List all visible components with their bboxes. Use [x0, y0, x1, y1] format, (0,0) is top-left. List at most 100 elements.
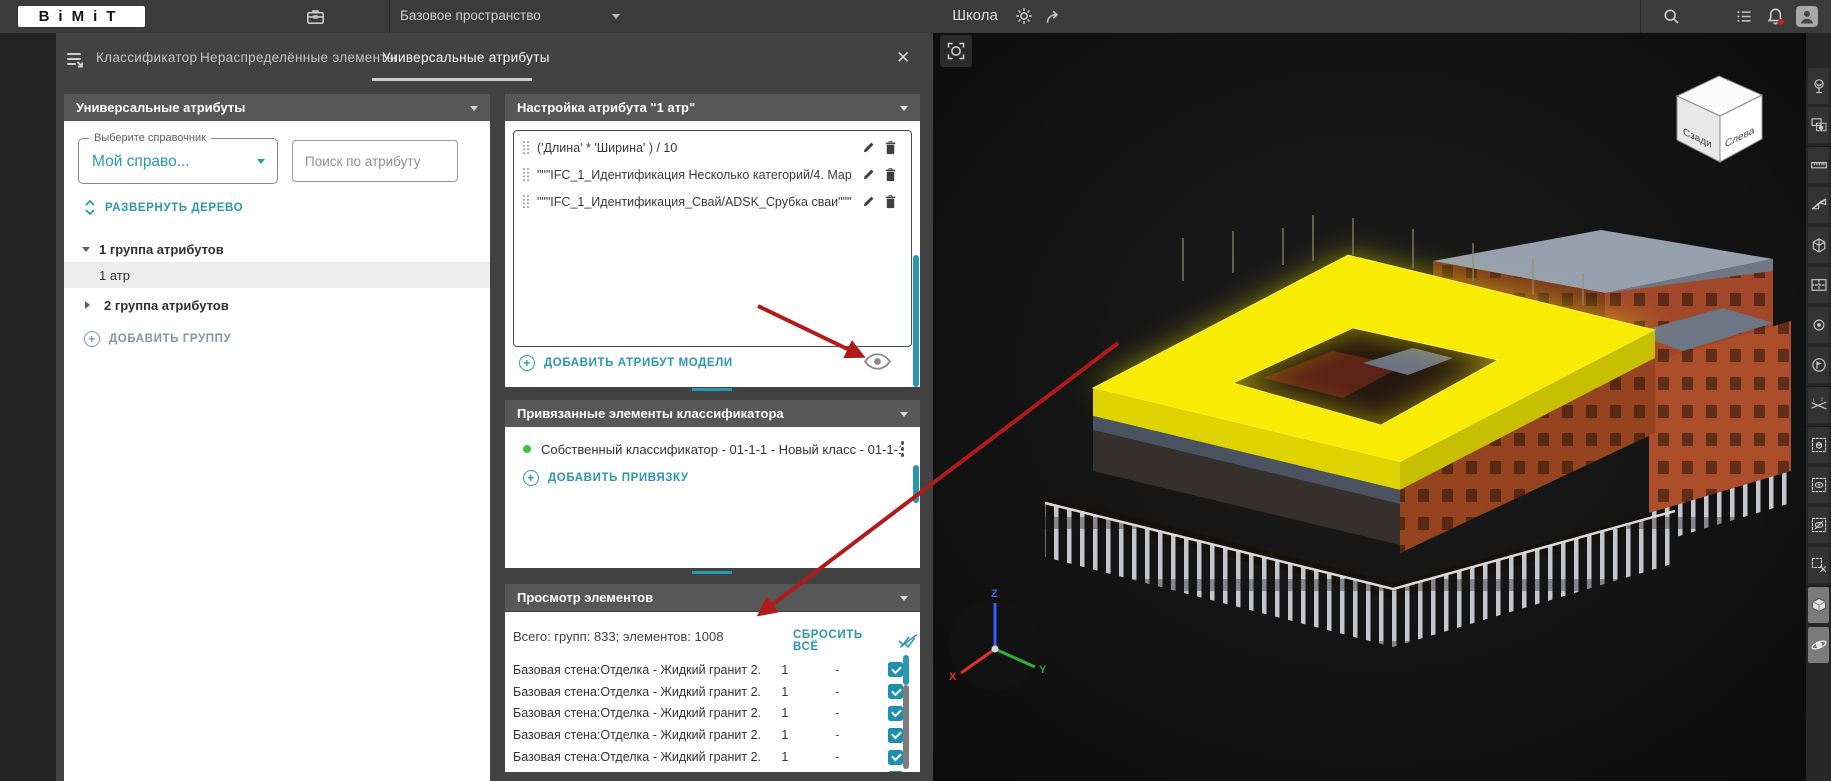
chevron-down-icon — [470, 106, 478, 115]
share-icon[interactable] — [1043, 6, 1064, 32]
chevron-right-icon — [85, 301, 94, 309]
row-checkbox[interactable] — [888, 728, 903, 743]
notifications-bell-icon[interactable] — [1764, 5, 1787, 33]
cube-section-icon[interactable] — [1808, 227, 1829, 263]
table-row[interactable]: Базовая стена:Отделка - Жидкий гранит 2.… — [505, 768, 903, 772]
flag-circle-icon[interactable] — [1808, 347, 1829, 383]
delete-trash-icon[interactable] — [879, 137, 901, 159]
add-group-button[interactable]: + ДОБАВИТЬ ГРУППУ — [84, 331, 231, 347]
top-bar: BiMiT Базовое пространство Школа — [0, 0, 1831, 33]
status-dot-icon — [523, 445, 531, 453]
orbit-icon[interactable] — [1808, 627, 1829, 663]
row-checkbox[interactable] — [888, 662, 903, 677]
svg-text:Y: Y — [1039, 664, 1047, 676]
drag-handle-icon[interactable] — [522, 167, 530, 182]
workspace-selector[interactable]: Базовое пространство — [400, 8, 541, 23]
search-icon[interactable] — [1661, 6, 1682, 32]
app-logo: BiMiT — [18, 6, 145, 27]
table-row[interactable]: Базовая стена:Отделка - Жидкий гранит 2.… — [505, 746, 903, 768]
close-panel-icon[interactable]: ✕ — [896, 48, 910, 68]
row-checkbox[interactable] — [888, 684, 903, 699]
tree-group-2[interactable]: 2 группа атрибутов — [64, 292, 490, 318]
drag-handle-icon[interactable] — [522, 194, 530, 209]
edit-pencil-icon[interactable] — [857, 164, 879, 186]
formula-row[interactable]: ('Длина' * 'Ширина' ) / 10 — [514, 134, 911, 161]
delete-trash-icon[interactable] — [879, 191, 901, 213]
fit-view-button[interactable] — [940, 35, 972, 67]
panel-collapse-icon[interactable] — [64, 48, 88, 77]
left-icon-sidebar — [0, 33, 56, 781]
tree-group-1[interactable]: 1 группа атрибутов — [64, 236, 490, 262]
view-cube-icon[interactable] — [1808, 587, 1829, 623]
svg-text:1: 1 — [1812, 397, 1815, 402]
elements-table: Базовая стена:Отделка - Жидкий гранит 2.… — [505, 659, 903, 772]
tab-universal-attributes[interactable]: Универсальные атрибуты — [382, 50, 550, 65]
list-menu-icon[interactable] — [1734, 6, 1755, 32]
ruler-icon[interactable] — [1808, 147, 1829, 183]
binding-item[interactable]: Собственный классификатор - 01-1-1 - Нов… — [505, 437, 920, 461]
add-binding-button[interactable]: + ДОБАВИТЬ ПРИВЯЗКУ — [523, 470, 689, 486]
expand-tree-button[interactable]: РАЗВЕРНУТЬ ДЕРЕВО — [84, 199, 243, 216]
workspace-caret-icon[interactable] — [612, 14, 620, 23]
table-row[interactable]: Базовая стена:Отделка - Жидкий гранит 2.… — [505, 724, 903, 746]
table-row[interactable]: Базовая стена:Отделка - Жидкий гранит 2.… — [505, 681, 903, 703]
formula-row[interactable]: """IFC_1_Идентификация Несколько категор… — [514, 161, 911, 188]
3d-canvas[interactable]: Сзади Слева Z X Y — [933, 33, 1806, 781]
row-checkbox[interactable] — [888, 706, 903, 721]
tab-unallocated-elements[interactable]: Нераспределённые элементы — [200, 50, 397, 65]
user-avatar[interactable] — [1796, 6, 1818, 27]
row-checkbox[interactable] — [888, 771, 903, 772]
tree-icon[interactable] — [1808, 68, 1829, 104]
totals-summary: Всего: групп: 833; элементов: 1008 — [513, 629, 723, 644]
section-resize-handle[interactable] — [692, 388, 732, 391]
preview-eye-icon[interactable] — [863, 352, 892, 376]
clear-selection-icon[interactable] — [1808, 547, 1829, 583]
tab-classifier[interactable]: Классификатор — [96, 50, 197, 65]
attribute-settings-header[interactable]: Настройка атрибута "1 атр" — [505, 94, 920, 121]
svg-text:X: X — [949, 671, 957, 683]
show-selection-icon[interactable] — [1808, 467, 1829, 503]
bound-elements-body: Собственный классификатор - 01-1-1 - Нов… — [505, 427, 920, 568]
reset-all-button[interactable]: СБРОСИТЬ ВСЁ — [793, 629, 920, 653]
left-column-header[interactable]: Универсальные атрибуты — [64, 94, 490, 121]
edit-pencil-icon[interactable] — [857, 191, 879, 213]
svg-text:2: 2 — [1820, 397, 1823, 402]
isolate-box-icon[interactable] — [1808, 427, 1829, 463]
chevron-down-icon — [900, 412, 908, 421]
layers-select-icon[interactable] — [1808, 107, 1829, 143]
attribute-settings-body: ('Длина' * 'Ширина' ) / 10 """IFC_1_Иден… — [505, 121, 920, 387]
axes-levels-icon[interactable]: 12 — [1808, 387, 1829, 423]
plus-circle-icon: + — [84, 331, 100, 347]
table-row[interactable]: Базовая стена:Отделка - Жидкий гранит 2.… — [505, 703, 903, 725]
drag-handle-icon[interactable] — [522, 140, 530, 155]
attribute-search-input[interactable] — [292, 140, 458, 182]
hide-selection-icon[interactable] — [1808, 507, 1829, 543]
select-caret-icon — [257, 159, 265, 168]
table-row[interactable]: Базовая стена:Отделка - Жидкий гранит 2.… — [505, 659, 903, 681]
focus-target-icon[interactable] — [1808, 307, 1829, 343]
tree-item-1atr[interactable]: 1 атр — [64, 262, 490, 288]
row-checkbox[interactable] — [888, 750, 903, 765]
deselect-all-icon — [897, 633, 920, 649]
add-model-attribute-button[interactable]: + ДОБАВИТЬ АТРИБУТ МОДЕЛИ — [519, 355, 733, 371]
scrollbar-track[interactable] — [903, 685, 909, 769]
formula-row[interactable]: """IFC_1_Идентификация_Свай/ADSK_Срубка … — [514, 188, 911, 215]
scrollbar-thumb[interactable] — [913, 465, 919, 503]
plus-circle-icon: + — [523, 470, 539, 486]
edit-pencil-icon[interactable] — [857, 137, 879, 159]
scrollbar-thumb[interactable] — [903, 655, 909, 685]
delete-trash-icon[interactable] — [879, 164, 901, 186]
element-preview-header[interactable]: Просмотр элементов — [505, 584, 920, 611]
project-title: Школа — [938, 7, 1012, 24]
briefcase-icon[interactable] — [304, 5, 327, 33]
section-resize-handle[interactable] — [692, 571, 732, 574]
scrollbar-thumb[interactable] — [913, 255, 919, 387]
reference-select[interactable]: Выберите справочник Мой справо... — [78, 138, 278, 184]
settings-gear-icon[interactable] — [1013, 5, 1035, 32]
element-preview-body: Всего: групп: 833; элементов: 1008 СБРОС… — [505, 612, 920, 772]
section-plane-icon[interactable] — [1808, 187, 1829, 223]
kebab-menu-icon[interactable] — [901, 441, 905, 457]
topbar-divider — [389, 0, 390, 33]
floorplan-icon[interactable] — [1808, 267, 1829, 303]
bound-elements-header[interactable]: Привязанные элементы классификатора — [505, 400, 920, 427]
